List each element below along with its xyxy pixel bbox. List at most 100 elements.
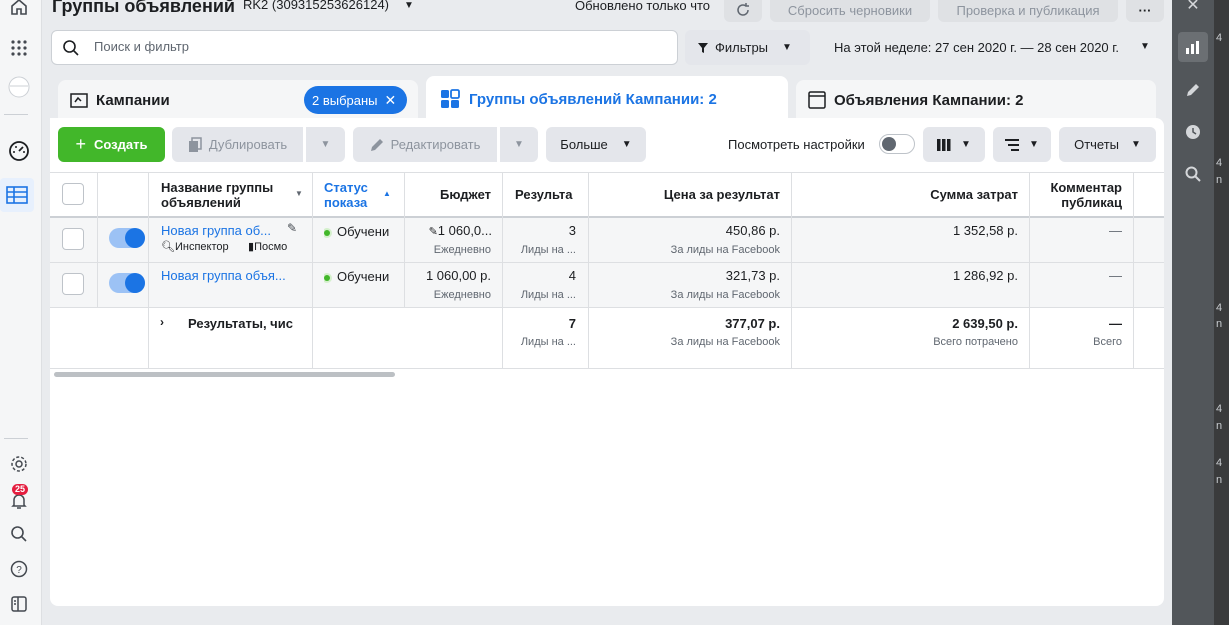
chevron-down-icon: ▼: [782, 42, 792, 53]
col-divider: [312, 172, 313, 368]
header-bottom-line: [50, 216, 1164, 218]
comments-value: —: [1109, 268, 1122, 283]
home-icon[interactable]: [4, 0, 34, 22]
results-type: Лиды на ...: [520, 244, 576, 256]
header-results[interactable]: Результа: [515, 187, 587, 202]
header-budget[interactable]: Бюджет: [404, 187, 491, 202]
search-filter-bar[interactable]: [51, 30, 678, 65]
tab-ads[interactable]: Объявления Кампании: 2: [796, 80, 1156, 120]
dashboard-gauge-icon[interactable]: [4, 136, 34, 166]
row-checkbox[interactable]: [62, 228, 84, 250]
panel-toggle-icon[interactable]: [4, 589, 34, 619]
chevron-down-icon: ▼: [621, 139, 632, 150]
totals-results: 7: [568, 316, 576, 331]
view-settings-toggle[interactable]: [879, 134, 915, 154]
apps-grid-icon[interactable]: [4, 33, 34, 63]
col-divider: [97, 172, 98, 307]
selected-filter-chip[interactable]: 2 выбраны ✕: [304, 86, 407, 114]
budget-value[interactable]: ✎1 060,0...: [416, 223, 492, 238]
search-icon[interactable]: [4, 519, 34, 549]
chevron-down-icon: ▼: [1131, 139, 1141, 150]
duplicate-button[interactable]: Дублировать: [172, 127, 303, 162]
totals-results-type: Лиды на ...: [520, 336, 576, 348]
results-value: 3: [568, 223, 576, 238]
search-input[interactable]: [94, 39, 654, 54]
adset-on-off-toggle[interactable]: [109, 228, 145, 248]
inspect-magnifier-icon[interactable]: [1178, 159, 1208, 189]
left-navigation-rail: 25 ?: [0, 0, 42, 625]
table-top-line: [50, 172, 1164, 173]
horizontal-scrollbar[interactable]: [54, 372, 395, 377]
header-delivery[interactable]: Статус показа: [324, 180, 384, 210]
close-panel-icon[interactable]: ✕: [1178, 0, 1208, 20]
duplicate-label: Дублировать: [208, 137, 288, 152]
sort-ascending-icon[interactable]: ▲: [383, 189, 391, 198]
history-clock-icon[interactable]: [1178, 117, 1208, 147]
select-all-checkbox[interactable]: [62, 183, 84, 205]
adset-on-off-toggle[interactable]: [109, 273, 145, 293]
tab-campaigns-label: Кампании: [96, 91, 170, 109]
plus-icon: +: [75, 134, 87, 154]
ads-manager-table-icon[interactable]: [0, 178, 34, 212]
date-range-picker[interactable]: На этой неделе: 27 сен 2020 г. — 28 сен …: [834, 40, 1119, 55]
header-cost-per-result[interactable]: Цена за результат: [588, 187, 780, 202]
more-actions-button[interactable]: Больше ▼: [546, 127, 646, 162]
budget-value[interactable]: 1 060,00 р.: [404, 268, 491, 283]
tab-adsets-label: Группы объявлений Кампании: 2: [469, 90, 717, 108]
chevron-down-icon: ▼: [1029, 139, 1039, 150]
delivery-status: Обучени: [324, 269, 400, 284]
header-name[interactable]: Название группы объявлений: [161, 180, 281, 210]
breakdown-button[interactable]: ▼: [993, 127, 1051, 162]
col-divider: [148, 172, 149, 368]
more-label: Больше: [560, 137, 608, 152]
chevron-down-icon[interactable]: ▼: [404, 0, 414, 11]
columns-button[interactable]: ▼: [923, 127, 985, 162]
cost-per-result-value: 321,73 р.: [725, 268, 780, 283]
refresh-button[interactable]: [724, 0, 762, 22]
reports-label: Отчеты: [1074, 137, 1120, 152]
chevron-right-icon[interactable]: ›: [160, 315, 164, 329]
adset-name-link[interactable]: Новая группа объя...: [161, 268, 299, 283]
more-options-button[interactable]: ···: [1126, 0, 1164, 22]
edit-pencil-icon[interactable]: [1178, 75, 1208, 105]
adset-name-link[interactable]: Новая группа об...: [161, 223, 283, 238]
close-icon[interactable]: ✕: [385, 92, 397, 109]
reports-button[interactable]: Отчеты ▼: [1059, 127, 1156, 162]
adsets-grid-icon: [441, 89, 460, 108]
header-comments[interactable]: Комментар публикац: [1036, 180, 1122, 210]
review-publish-button[interactable]: Проверка и публикация: [938, 0, 1118, 22]
svg-text:?: ?: [16, 565, 22, 576]
header-amount-spent[interactable]: Сумма затрат: [791, 187, 1018, 202]
inspector-link[interactable]: 🔍︎Инспектор: [161, 240, 229, 253]
row-checkbox[interactable]: [62, 273, 84, 295]
row-divider: [50, 262, 1164, 263]
settings-gear-icon[interactable]: [4, 449, 34, 479]
account-avatar-icon[interactable]: [4, 72, 34, 102]
delivery-status: Обучени: [324, 224, 400, 239]
duplicate-dropdown-button[interactable]: ▼: [306, 127, 345, 162]
tab-adsets[interactable]: Группы объявлений Кампании: 2: [426, 76, 788, 122]
help-icon[interactable]: ?: [4, 554, 34, 584]
edit-button[interactable]: Редактировать: [353, 127, 497, 162]
create-button[interactable]: + Создать: [58, 127, 165, 162]
pencil-icon[interactable]: ✎: [287, 221, 297, 235]
filters-label: Фильтры: [715, 40, 769, 55]
discard-drafts-button[interactable]: Сбросить черновики: [770, 0, 930, 22]
page-title: Группы объявлений: [52, 0, 235, 16]
edit-dropdown-button[interactable]: ▼: [500, 127, 538, 162]
amount-spent-value: 1 286,92 р.: [952, 268, 1018, 283]
chevron-down-icon[interactable]: ▼: [1140, 41, 1150, 52]
right-side-panel: ✕: [1172, 0, 1214, 625]
charts-bar-icon[interactable]: [1178, 32, 1208, 62]
create-label: Создать: [94, 137, 148, 152]
amount-spent-value: 1 352,58 р.: [952, 223, 1018, 238]
view-charts-link[interactable]: ▮Посмо: [248, 240, 310, 253]
account-selector[interactable]: RK2 (309315253626124): [243, 0, 389, 12]
cost-per-result-value: 450,86 р.: [725, 223, 780, 238]
sort-caret-icon[interactable]: ▼: [295, 189, 303, 198]
notifications-count-badge: 25: [12, 484, 29, 495]
filters-button[interactable]: Фильтры ▼: [685, 30, 810, 65]
selected-chip-label: 2 выбраны: [312, 92, 378, 108]
budget-type: Ежедневно: [433, 244, 491, 256]
results-value: 4: [568, 268, 576, 283]
